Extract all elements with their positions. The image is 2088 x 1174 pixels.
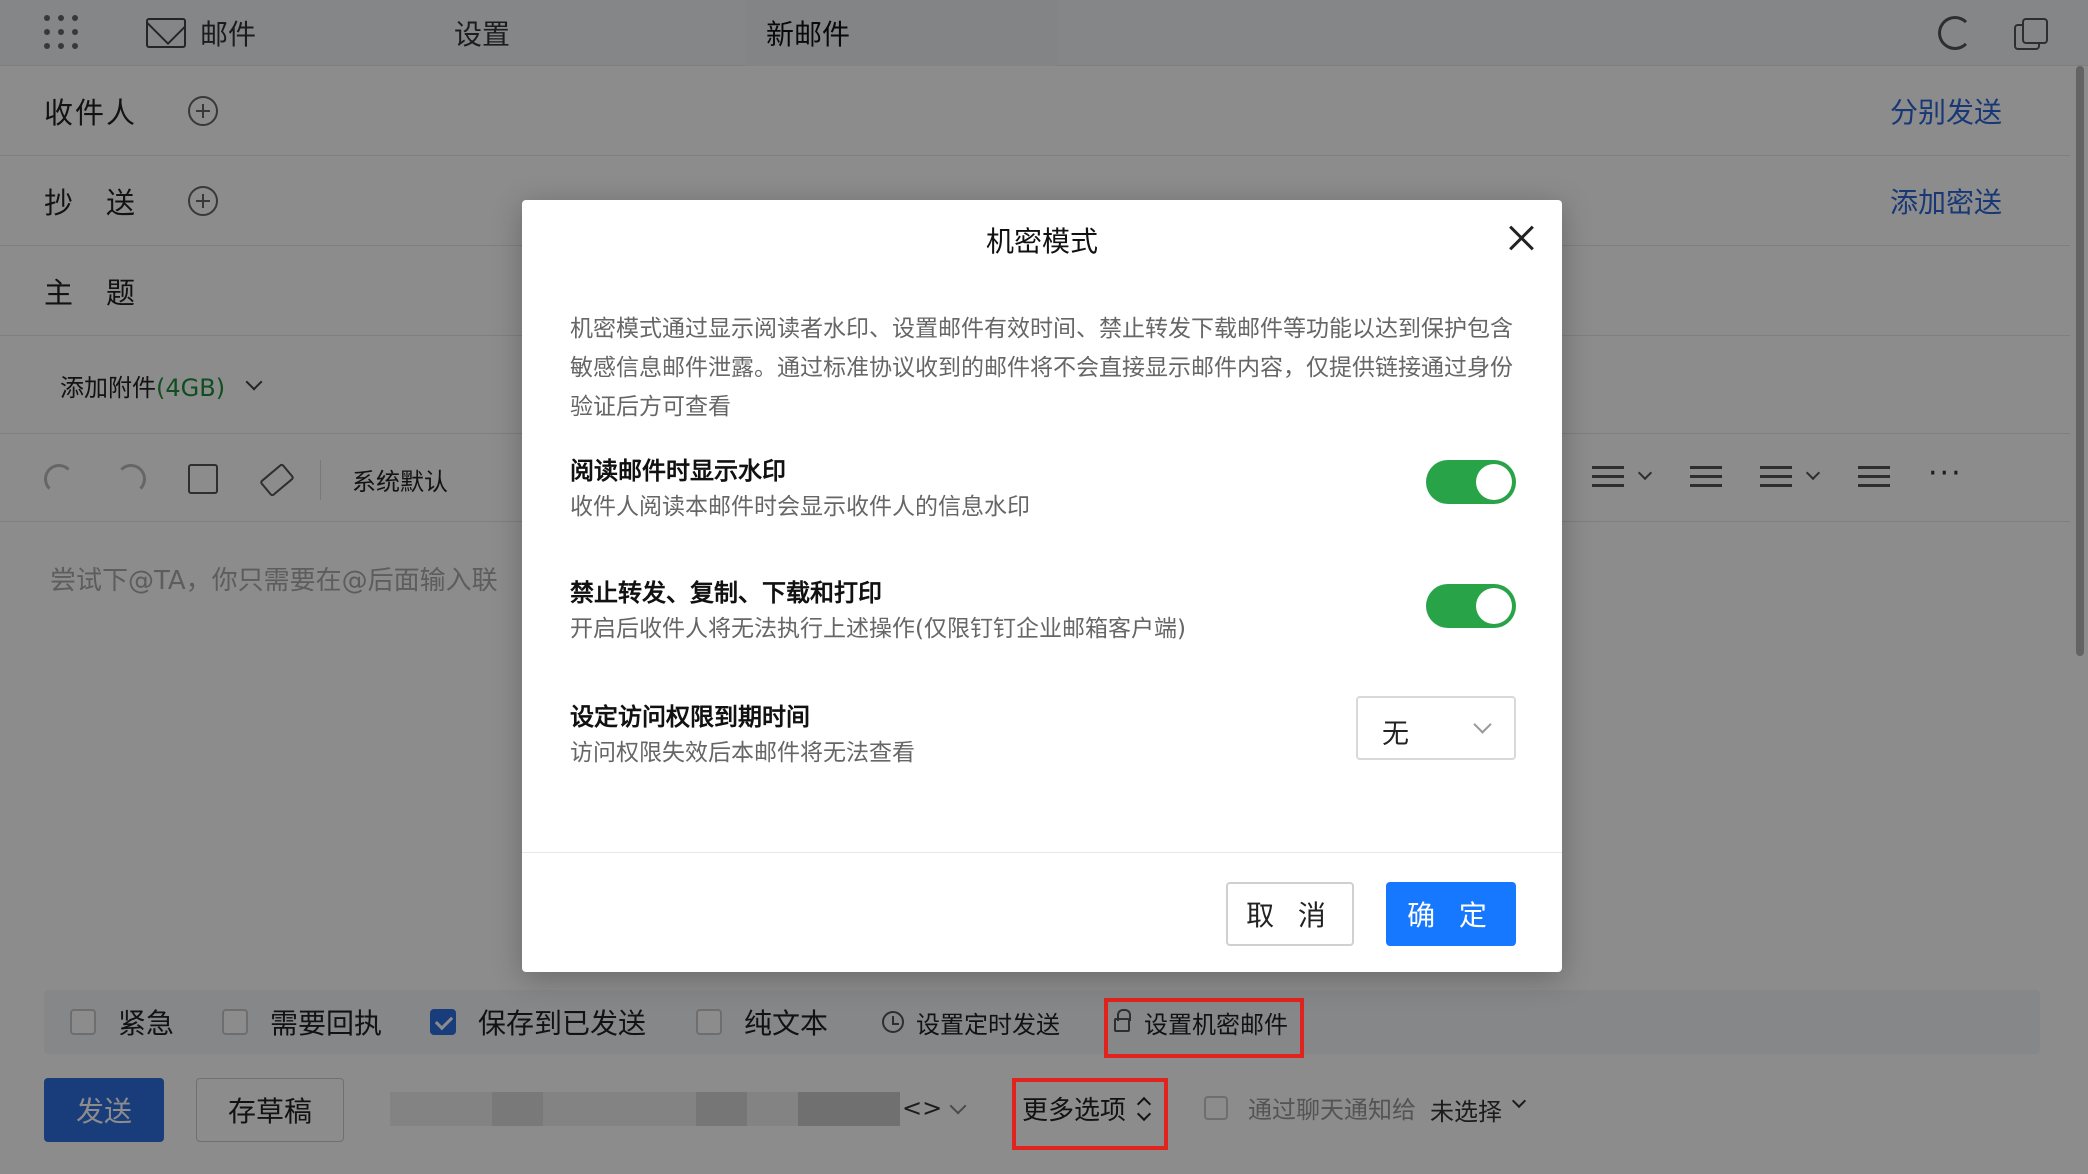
dialog-divider [522,852,1562,853]
no-forward-toggle[interactable] [1426,584,1516,628]
mail-compose-app: 邮件 设置 新邮件 收件人 分别发送 抄 送 添加密送 主 题 添加附件(4GB… [0,0,2088,1174]
watermark-subtitle: 收件人阅读本邮件时会显示收件人的信息水印 [570,494,1030,520]
no-forward-setting: 禁止转发、复制、下载和打印 开启后收件人将无法执行上述操作(仅限钉钉企业邮箱客户… [570,576,1520,648]
expiry-select-value: 无 [1382,719,1409,750]
expiry-select[interactable]: 无 [1356,696,1516,760]
watermark-title: 阅读邮件时显示水印 [570,457,786,485]
dialog-description: 机密模式通过显示阅读者水印、设置邮件有效时间、禁止转发下载邮件等功能以达到保护包… [570,316,1513,420]
highlight-confidential-mail [1104,998,1304,1058]
confirm-button[interactable]: 确 定 [1386,882,1516,946]
confidential-mode-dialog: 机密模式 机密模式通过显示阅读者水印、设置邮件有效时间、禁止转发下载邮件等功能以… [522,200,1562,972]
no-forward-subtitle: 开启后收件人将无法执行上述操作(仅限钉钉企业邮箱客户端) [570,616,1186,642]
dialog-title: 机密模式 [985,225,1098,258]
watermark-toggle[interactable] [1426,460,1516,504]
chevron-down-icon [1473,715,1492,734]
cancel-button[interactable]: 取 消 [1226,882,1354,946]
highlight-more-options [1012,1078,1168,1150]
no-forward-title: 禁止转发、复制、下载和打印 [570,579,882,607]
close-icon[interactable] [1508,224,1536,252]
watermark-setting: 阅读邮件时显示水印 收件人阅读本邮件时会显示收件人的信息水印 [570,454,1520,526]
